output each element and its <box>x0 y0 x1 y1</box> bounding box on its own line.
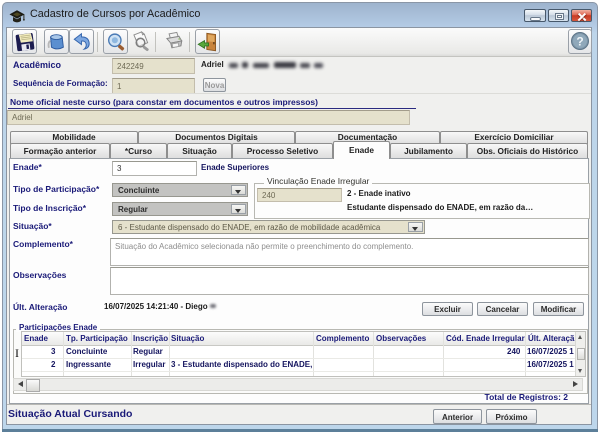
svg-text:?: ? <box>576 35 583 49</box>
